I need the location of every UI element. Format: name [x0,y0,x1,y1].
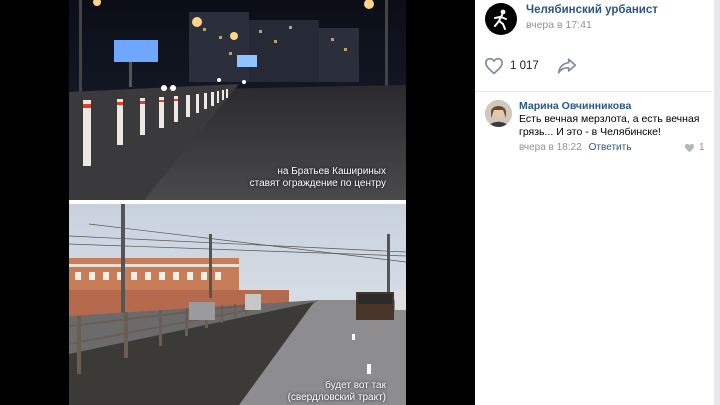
day-street-image [69,204,406,405]
commenter-photo [485,100,512,127]
heart-icon [484,57,504,75]
photo1-caption-line2: ставят ограждение по центру [249,178,386,189]
group-logo-icon [494,9,507,30]
photo2-caption: будет вот так (свердловский тракт) [288,380,386,404]
post-side-panel: Челябинский урбанист вчера в 17:41 1 017… [475,0,720,405]
photo-night-street[interactable]: на Братьев Кашириных ставят ограждение п… [69,0,406,200]
comment-meta: вчера в 18:22 Ответить [519,142,631,153]
divider [475,91,713,92]
group-avatar[interactable] [485,3,517,35]
photo2-caption-line2: (свердловский тракт) [287,392,386,403]
photo1-caption-line1: на Братьев Кашириных [277,166,386,177]
share-button[interactable] [557,57,577,80]
like-button[interactable]: 1 017 [484,57,539,75]
post-photo-collage[interactable]: на Братьев Кашириных ставят ограждение п… [69,0,406,405]
photo2-caption-line1: будет вот так [325,380,386,391]
post-time[interactable]: вчера в 17:41 [526,19,592,31]
commenter-avatar[interactable] [485,100,512,127]
photo-day-street[interactable]: будет вот так (свердловский тракт) [69,204,406,405]
comment-author-link[interactable]: Марина Овчинникова [519,100,631,112]
comment-like-button[interactable]: 1 [684,142,705,153]
comment-like-count: 1 [699,142,705,153]
group-name-link[interactable]: Челябинский урбанист [526,4,658,16]
comment-text: Есть вечная мерзлота, а есть вечная гряз… [519,113,700,138]
comment-time[interactable]: вчера в 18:22 [519,142,582,153]
share-icon [557,58,577,74]
photo1-caption: на Братьев Кашириных ставят ограждение п… [250,166,386,190]
like-count: 1 017 [510,60,539,72]
reply-button[interactable]: Ответить [589,142,632,153]
panel-scrollbar[interactable] [714,0,720,405]
comment-heart-icon [684,143,695,152]
